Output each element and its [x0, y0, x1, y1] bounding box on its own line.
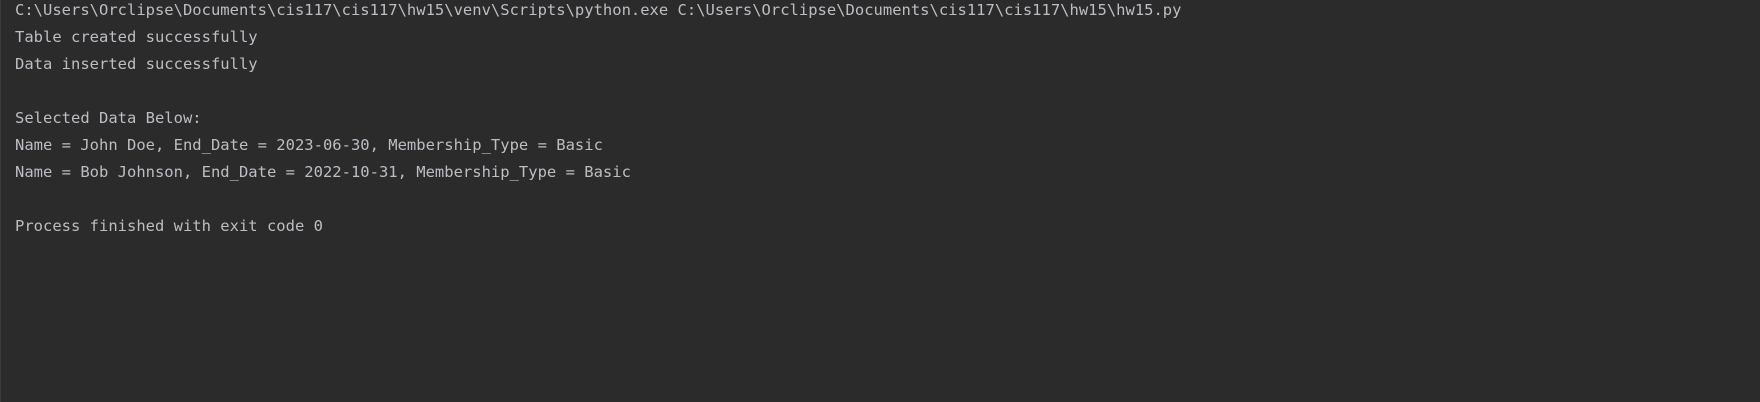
console-output-lines: C:\Users\Orclipse\Documents\cis117\cis11…: [15, 0, 1181, 243]
output-line-selected-header: Selected Data Below:: [15, 109, 202, 127]
output-line-table-created: Table created successfully: [15, 28, 258, 46]
run-console-output[interactable]: C:\Users\Orclipse\Documents\cis117\cis11…: [0, 0, 1760, 402]
process-exit-message: Process finished with exit code 0: [15, 217, 323, 235]
output-line-record-john-doe: Name = John Doe, End_Date = 2023-06-30, …: [15, 136, 603, 154]
output-line-record-bob-johnson: Name = Bob Johnson, End_Date = 2022-10-3…: [15, 163, 631, 181]
output-line-data-inserted: Data inserted successfully: [15, 55, 258, 73]
command-line: C:\Users\Orclipse\Documents\cis117\cis11…: [15, 1, 1182, 19]
